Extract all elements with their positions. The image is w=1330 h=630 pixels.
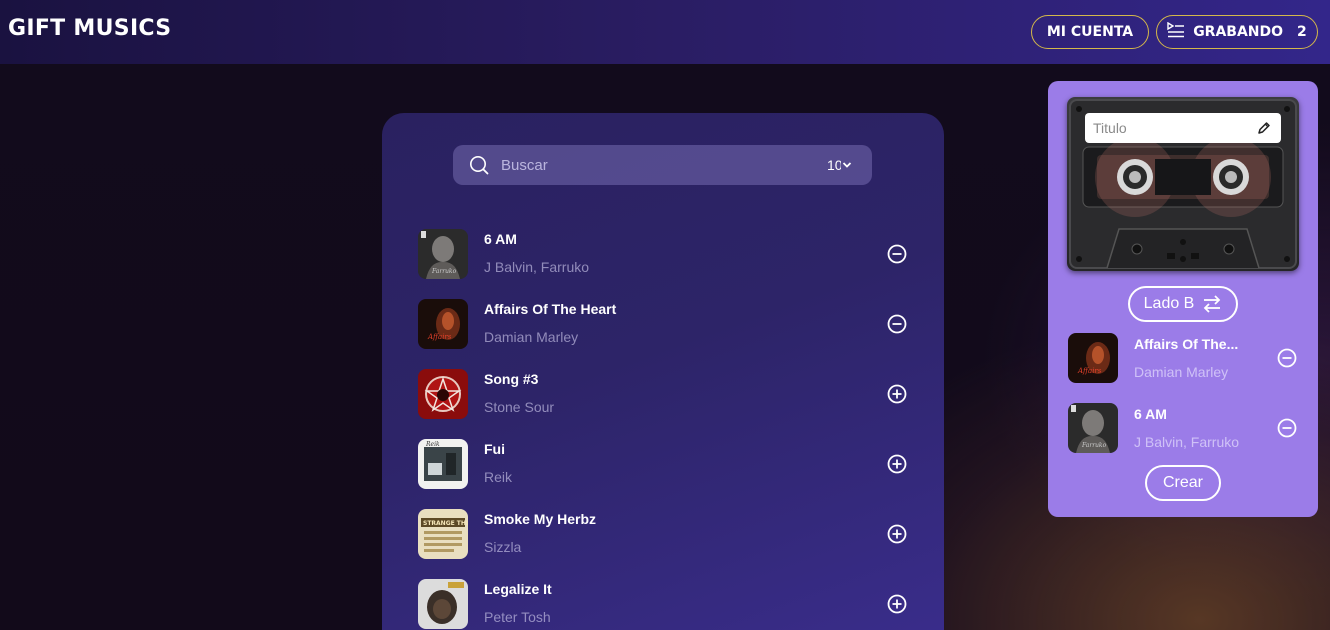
svg-text:Affairs: Affairs	[1077, 367, 1102, 375]
track-title: Song #3	[484, 371, 539, 387]
remove-track-icon[interactable]	[1277, 418, 1297, 438]
track-title: Legalize It	[484, 581, 552, 597]
track-row[interactable]: Affairs Affairs Of The Heart Damian Marl…	[418, 299, 918, 349]
search-input[interactable]	[501, 145, 801, 185]
track-artist: Damian Marley	[1134, 364, 1229, 380]
my-account-button[interactable]: MI CUENTA	[1031, 15, 1149, 49]
svg-text:Farruko: Farruko	[1081, 442, 1107, 449]
app-title[interactable]: GIFT MUSICS	[8, 16, 171, 41]
recording-count-badge: 2	[1297, 24, 1307, 40]
top-header: GIFT MUSICS MI CUENTA GRABANDO 2	[0, 0, 1330, 64]
track-row[interactable]: Legalize It Peter Tosh	[418, 579, 918, 629]
track-title: Affairs Of The...	[1134, 336, 1239, 352]
side-toggle-label: Lado B	[1143, 295, 1195, 312]
cassette-graphic	[1067, 97, 1299, 271]
album-cover: Affairs	[1068, 333, 1118, 383]
track-artist: J Balvin, Farruko	[484, 259, 590, 275]
track-artist: Damian Marley	[484, 329, 579, 345]
album-cover	[418, 579, 468, 629]
track-artist: J Balvin, Farruko	[1134, 434, 1240, 450]
page-size-value: 10	[827, 157, 841, 173]
track-artist: Peter Tosh	[484, 609, 551, 625]
remove-track-icon[interactable]	[1277, 348, 1297, 368]
add-track-icon[interactable]	[887, 594, 907, 614]
track-row[interactable]: Farruko 6 AM J Balvin, Farruko	[418, 229, 918, 279]
chevron-down-icon	[842, 162, 852, 168]
track-artist: Stone Sour	[484, 399, 555, 415]
recorder-panel: Lado B Affairs Affairs Of The... Damian …	[1048, 81, 1318, 517]
album-cover: Farruko	[1068, 403, 1118, 453]
track-title: Smoke My Herbz	[484, 511, 597, 527]
side-toggle-button[interactable]: Lado B	[1128, 286, 1238, 322]
recording-label: GRABANDO	[1193, 24, 1284, 40]
track-row[interactable]: Reik Fui Reik	[418, 439, 918, 489]
track-title: 6 AM	[1134, 406, 1167, 422]
add-track-icon[interactable]	[887, 454, 907, 474]
cassette-title-input[interactable]	[1093, 113, 1253, 143]
svg-text:Farruko: Farruko	[431, 268, 457, 275]
add-track-icon[interactable]	[887, 384, 907, 404]
cassette-title-field	[1085, 113, 1281, 143]
search-bar: 10	[453, 145, 872, 185]
album-cover	[418, 369, 468, 419]
create-label: Crear	[1162, 474, 1203, 491]
playlist-icon	[1167, 21, 1185, 42]
svg-text:STRANGE THINGS: STRANGE THINGS	[423, 520, 468, 527]
page-size-select[interactable]: 10	[827, 156, 857, 174]
track-row[interactable]: Song #3 Stone Sour	[418, 369, 918, 419]
recording-button[interactable]: GRABANDO 2	[1156, 15, 1318, 49]
remove-track-icon[interactable]	[887, 244, 907, 264]
album-cover: Affairs	[418, 299, 468, 349]
album-cover: Reik	[418, 439, 468, 489]
search-icon	[470, 156, 489, 175]
track-row[interactable]: STRANGE THINGS Smoke My Herbz Sizzla	[418, 509, 918, 559]
svg-text:Affairs: Affairs	[427, 333, 452, 341]
recorded-track-row[interactable]: Farruko 6 AM J Balvin, Farruko	[1068, 403, 1308, 453]
track-title: 6 AM	[484, 231, 517, 247]
song-list-panel: 10 Farruko 6 AM J Balvin, Farruko	[382, 113, 944, 630]
remove-track-icon[interactable]	[887, 314, 907, 334]
track-artist: Reik	[484, 469, 513, 485]
my-account-label: MI CUENTA	[1046, 24, 1134, 40]
track-title: Fui	[484, 441, 505, 457]
create-button[interactable]: Crear	[1145, 465, 1221, 501]
album-cover: Farruko	[418, 229, 468, 279]
add-track-icon[interactable]	[887, 524, 907, 544]
track-artist: Sizzla	[484, 539, 522, 555]
svg-text:Reik: Reik	[425, 441, 440, 448]
recorded-track-row[interactable]: Affairs Affairs Of The... Damian Marley	[1068, 333, 1308, 383]
album-cover: STRANGE THINGS	[418, 509, 468, 559]
swap-arrows-icon	[1204, 295, 1221, 313]
track-title: Affairs Of The Heart	[484, 301, 617, 317]
pencil-icon[interactable]	[1257, 121, 1271, 135]
